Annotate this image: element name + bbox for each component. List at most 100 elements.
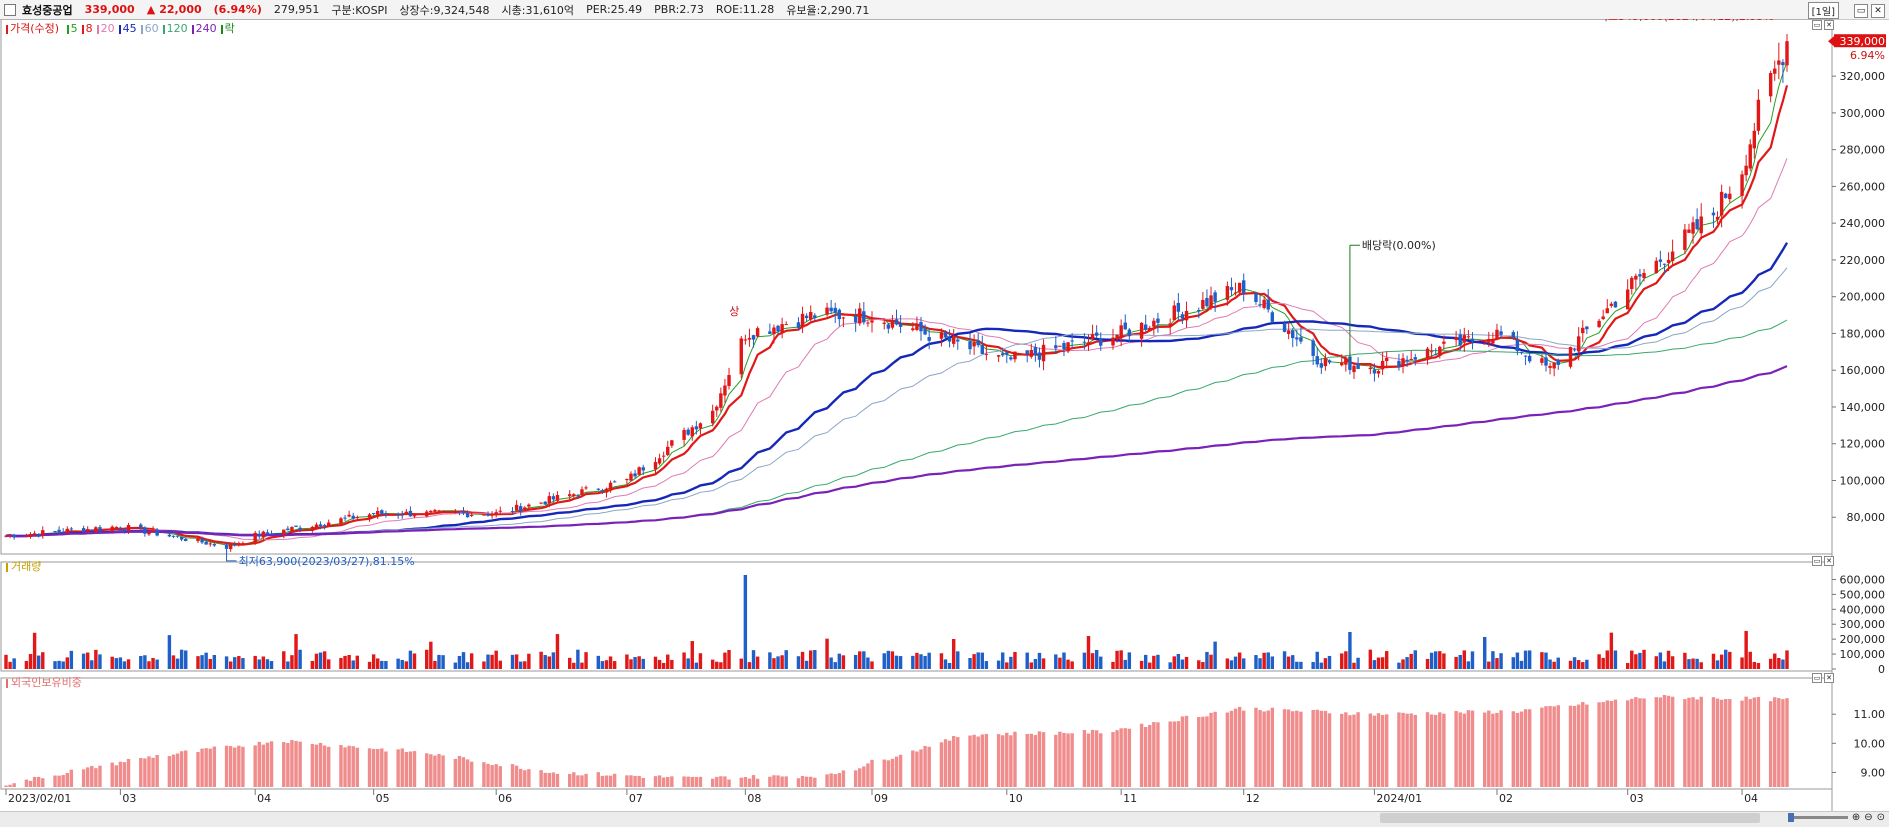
candle-body	[237, 542, 241, 545]
zoom-reset-icon[interactable]: ⊙	[1877, 812, 1885, 823]
foreign-ownership-bar	[1744, 696, 1748, 787]
volume-bar	[1397, 662, 1401, 669]
foreign-ownership-bar	[1658, 697, 1663, 787]
candle-body	[1519, 351, 1524, 353]
volume-bar	[196, 656, 200, 669]
upper-limit-mark: 상	[729, 305, 739, 318]
volume-bar	[666, 654, 670, 669]
foreign-tick-label: 11.00	[1854, 708, 1886, 721]
candle-body	[1458, 334, 1462, 346]
ma-line-60	[5, 267, 1788, 537]
volume-bar	[175, 658, 180, 669]
volume-bar	[1082, 652, 1087, 669]
foreign-ownership-bar	[755, 778, 760, 787]
volume-bar	[694, 662, 699, 669]
foreign-ownership-bar	[1433, 714, 1438, 787]
foreign-ownership-bar	[143, 758, 147, 787]
foreign-ownership-bar	[1384, 714, 1389, 787]
candle-body	[90, 529, 94, 531]
maximize-icon[interactable]: ▭	[1812, 20, 1822, 30]
foreign-ownership-bar	[625, 775, 629, 787]
volume-bar	[1568, 660, 1573, 669]
foreign-ownership-bar	[167, 756, 172, 787]
foreign-ownership-bar	[1172, 721, 1176, 787]
volume-bar	[829, 657, 833, 669]
foreign-ownership-bar	[1438, 712, 1442, 787]
foreign-ownership-bar	[494, 764, 498, 787]
candle-body	[1662, 263, 1667, 265]
foreign-ownership-bar	[1568, 705, 1573, 787]
volume-bar	[719, 662, 723, 669]
close-icon[interactable]: ✕	[1824, 673, 1834, 683]
candle-body	[57, 529, 61, 532]
volume-bar	[1458, 654, 1462, 669]
foreign-ownership-bar	[437, 754, 441, 787]
foreign-ownership-bar	[1262, 711, 1266, 787]
candle-body	[747, 337, 752, 340]
volume-tick-label: 600,000	[1840, 573, 1886, 586]
volume-bar	[167, 635, 172, 669]
candle-body	[604, 488, 609, 493]
candle-body	[347, 514, 351, 517]
foreign-ownership-bar	[400, 748, 404, 787]
foreign-ownership-bar	[719, 776, 723, 787]
period-selector[interactable]: [1일]	[1807, 2, 1839, 19]
foreign-ownership-bar	[1094, 730, 1099, 787]
candle-body	[1184, 310, 1189, 321]
volume-bar	[98, 654, 102, 669]
volume-bar	[915, 652, 919, 669]
volume-bar	[1409, 653, 1413, 669]
zoom-slider[interactable]	[1787, 813, 1848, 822]
market-type: 구분:KOSPI	[331, 3, 388, 17]
candle-body	[543, 501, 547, 505]
volume-bar	[898, 656, 903, 669]
volume-bar	[923, 655, 927, 669]
candle-body	[923, 328, 927, 335]
candle-body	[1397, 360, 1401, 368]
volume-bar	[1229, 660, 1234, 669]
volume-bar	[298, 649, 302, 669]
minimize-icon[interactable]: ▭	[1854, 3, 1868, 18]
volume-bar	[65, 657, 69, 669]
scroll-thumb[interactable]	[1380, 813, 1760, 823]
close-icon[interactable]: ✕	[1824, 556, 1834, 566]
close-icon[interactable]: ✕	[1871, 3, 1885, 18]
candle-body	[727, 375, 731, 387]
stock-chart[interactable]: 320,000 300,000 280,000 260,000 240,000 220,0…	[0, 19, 1889, 811]
candle-body	[608, 482, 613, 490]
select-checkbox[interactable]	[4, 3, 16, 16]
foreign-ownership-bar	[1634, 697, 1638, 787]
foreign-ownership-bar	[1062, 732, 1066, 787]
candle-body	[972, 342, 976, 347]
up-arrow-icon: ▲	[146, 3, 156, 16]
foreign-ownership-bar	[441, 755, 445, 787]
foreign-ownership-bar	[347, 745, 351, 787]
candle-body	[1062, 343, 1066, 349]
volume-bar	[633, 657, 637, 669]
foreign-ownership-bar	[469, 761, 474, 787]
close-icon[interactable]: ✕	[1824, 20, 1834, 30]
foreign-ownership-bar	[233, 747, 237, 787]
maximize-icon[interactable]: ▭	[1812, 673, 1822, 683]
candle-body	[175, 535, 180, 537]
candle-body	[1041, 344, 1046, 362]
volume-bar	[425, 649, 429, 669]
volume-bar	[919, 654, 923, 669]
foreign-ownership-bar	[1286, 709, 1291, 787]
candle-body	[1454, 337, 1458, 341]
zoom-out-icon[interactable]: ⊖	[1864, 812, 1872, 823]
volume-bar	[1266, 652, 1270, 669]
candle-body	[400, 514, 404, 516]
zoom-in-icon[interactable]: ⊕	[1852, 812, 1860, 823]
candle-body	[796, 322, 801, 328]
foreign-ownership-bar	[184, 750, 188, 787]
candle-body	[122, 528, 127, 531]
volume-bar	[629, 659, 633, 669]
current-pct-tag: 6.94%	[1850, 49, 1885, 62]
foreign-ownership-bar	[727, 779, 731, 787]
volume-bar	[833, 662, 837, 669]
price-tick-label: 260,000	[1840, 180, 1886, 193]
candle-body	[1368, 367, 1373, 370]
volume-bar	[310, 660, 315, 669]
maximize-icon[interactable]: ▭	[1812, 556, 1822, 566]
